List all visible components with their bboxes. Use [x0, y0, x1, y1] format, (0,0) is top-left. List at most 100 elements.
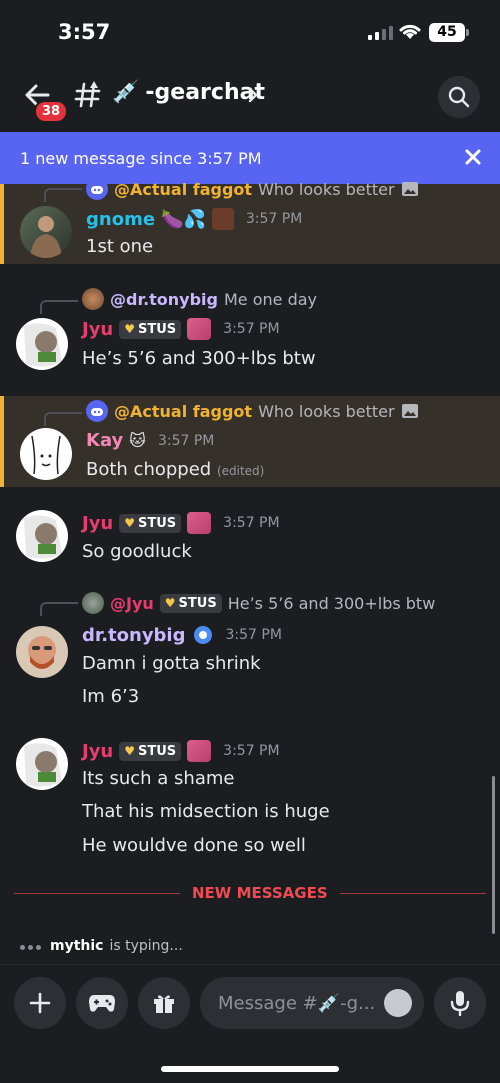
edited-marker: (edited)	[216, 464, 265, 478]
typing-indicator: mythic is typing...	[20, 938, 183, 954]
role-tag-label: STUS	[178, 595, 217, 611]
heart-icon: ♥	[124, 744, 136, 758]
avatar[interactable]	[16, 318, 68, 370]
reply-text: He’s 5’6 and 300+lbs btw	[227, 593, 436, 613]
reply-author: @Actual faggot	[114, 401, 253, 421]
message-input[interactable]: Message #💉-g...	[200, 977, 424, 1029]
message-text: He wouldve done so well	[82, 835, 306, 856]
clock: 3:57	[58, 20, 111, 44]
heart-icon: ♥	[124, 322, 136, 336]
reply-preview[interactable]: @Actual faggot Who looks better	[86, 400, 419, 422]
timestamp: 3:57 PM	[157, 432, 215, 449]
message-text: Both chopped (edited)	[86, 459, 264, 480]
reply-text: Who looks better	[258, 179, 395, 199]
timestamp: 3:57 PM	[245, 211, 303, 227]
message-item[interactable]: Jyu ♥ STUS 3:57 PM So goodluck	[0, 500, 500, 580]
emoji-icon[interactable]	[384, 989, 412, 1017]
avatar[interactable]	[16, 510, 68, 562]
reply-connector	[44, 188, 82, 202]
home-indicator[interactable]	[161, 1066, 339, 1072]
chevron-right-icon[interactable]	[246, 86, 260, 104]
reply-connector	[40, 602, 78, 616]
reply-author: @dr.tonybig	[110, 289, 218, 309]
typing-text: is typing...	[109, 938, 183, 954]
reply-text: Me one day	[224, 289, 318, 309]
avatar[interactable]	[20, 428, 72, 480]
image-icon	[401, 182, 418, 196]
battery-tip	[466, 29, 469, 36]
timestamp: 3:57 PM	[223, 321, 280, 337]
voice-message-button[interactable]	[434, 977, 486, 1029]
close-icon[interactable]	[462, 146, 484, 168]
role-tag-label: STUS	[138, 515, 177, 531]
reply-preview[interactable]: @dr.tonybig Me one day	[82, 288, 317, 310]
channel-header: 💉 -gearchat	[0, 64, 500, 132]
message-item[interactable]: @Actual faggot Who looks better Kay 🐱 3:…	[0, 396, 500, 487]
gift-icon	[154, 995, 174, 1013]
status-bar: 3:57 45	[0, 0, 500, 64]
channel-title[interactable]: 💉 -gearchat	[112, 80, 265, 105]
author-name[interactable]: dr.tonybig	[82, 625, 186, 646]
message-text: Im 6’3	[82, 686, 140, 707]
author-emojis: 🐱	[129, 431, 146, 450]
message-header: Jyu ♥ STUS 3:57 PM	[82, 318, 280, 340]
author-badge-icon	[187, 318, 212, 340]
unread-badge: 38	[34, 100, 69, 123]
author-name[interactable]: Jyu	[82, 513, 113, 534]
message-text: Damn i gotta shrink	[82, 653, 261, 674]
typing-user: mythic	[50, 938, 104, 954]
activities-button[interactable]	[76, 977, 128, 1029]
reply-connector	[44, 412, 82, 426]
reply-avatar	[82, 288, 104, 310]
add-attachment-button[interactable]	[14, 977, 66, 1029]
reply-author: @Actual faggot	[114, 179, 253, 199]
message-input-placeholder: Message #💉-g...	[218, 992, 376, 1014]
gift-button[interactable]	[138, 977, 190, 1029]
author-emojis: 🍆💦	[161, 208, 206, 230]
discord-avatar-icon	[86, 400, 108, 422]
message-item[interactable]: @Actual faggot Who looks better gnome 🍆💦…	[0, 178, 500, 264]
channel-hash-icon	[74, 81, 101, 108]
message-text: That his midsection is huge	[82, 801, 330, 822]
heart-icon: ♥	[164, 596, 176, 610]
author-name[interactable]: Jyu	[82, 319, 113, 340]
message-item[interactable]: @dr.tonybig Me one day Jyu ♥ STUS 3:57 PM…	[0, 284, 500, 384]
avatar[interactable]	[16, 738, 68, 790]
discord-avatar-icon	[86, 178, 108, 200]
search-button[interactable]	[438, 76, 480, 118]
gear-badge-icon	[193, 626, 212, 644]
new-messages-label: NEW MESSAGES	[180, 884, 340, 902]
message-text: Its such a shame	[82, 768, 235, 789]
reply-text: Who looks better	[258, 401, 395, 421]
message-header: gnome 🍆💦 3:57 PM	[86, 208, 302, 230]
author-name[interactable]: Kay	[86, 430, 123, 451]
new-messages-banner[interactable]: 1 new message since 3:57 PM	[0, 132, 500, 184]
plus-icon	[29, 992, 51, 1014]
reply-author: @Jyu	[110, 593, 154, 613]
message-header: Jyu ♥ STUS 3:57 PM	[82, 512, 280, 534]
avatar[interactable]	[16, 626, 68, 678]
role-tag: ♥ STUS	[119, 513, 182, 533]
role-tag: ♥ STUS	[159, 593, 222, 613]
scrollbar[interactable]	[492, 776, 495, 934]
author-name[interactable]: Jyu	[82, 741, 113, 762]
reply-preview[interactable]: @Jyu ♥ STUS He’s 5’6 and 300+lbs btw	[82, 592, 435, 614]
timestamp: 3:57 PM	[223, 743, 280, 759]
role-tag: ♥ STUS	[119, 319, 182, 339]
message-header: Kay 🐱 3:57 PM	[86, 430, 214, 451]
author-badge-icon	[187, 740, 212, 762]
avatar[interactable]	[20, 206, 72, 258]
search-icon	[448, 86, 470, 108]
role-tag-label: STUS	[138, 321, 177, 337]
author-name[interactable]: gnome	[86, 209, 155, 230]
message-text: He’s 5’6 and 300+lbs btw	[82, 348, 316, 369]
reply-connector	[40, 300, 78, 314]
reply-preview[interactable]: @Actual faggot Who looks better	[86, 178, 419, 200]
message-item[interactable]: @Jyu ♥ STUS He’s 5’6 and 300+lbs btw dr.t…	[0, 590, 500, 720]
message-item[interactable]: Jyu ♥ STUS 3:57 PM Its such a shame That …	[0, 728, 500, 868]
timestamp: 3:57 PM	[223, 515, 280, 531]
message-header: Jyu ♥ STUS 3:57 PM	[82, 740, 280, 762]
typing-dots-icon	[20, 938, 44, 954]
syringe-emoji: 💉	[112, 80, 140, 105]
heart-icon: ♥	[124, 516, 136, 530]
